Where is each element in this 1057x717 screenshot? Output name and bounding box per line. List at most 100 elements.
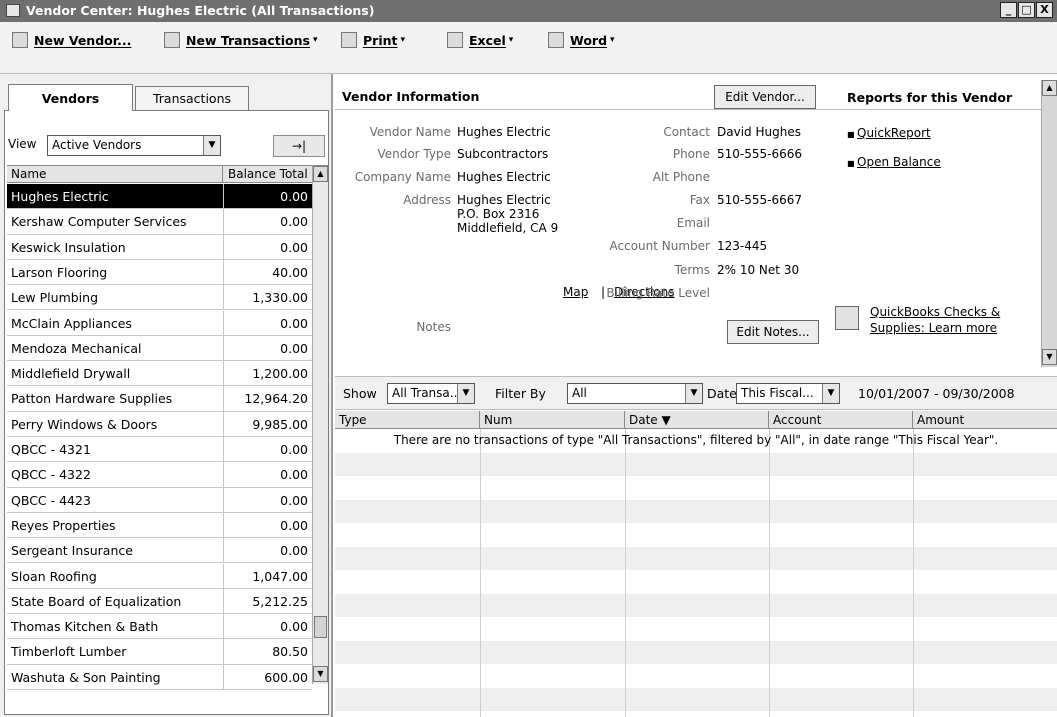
- vendor-row[interactable]: Thomas Kitchen & Bath 0.00: [7, 614, 312, 640]
- vendor-row[interactable]: QBCC - 4322 0.00: [7, 462, 312, 488]
- vendor-row[interactable]: Reyes Properties 0.00: [7, 512, 312, 539]
- vendor-balance: 1,047.00: [252, 568, 308, 584]
- dropdown-arrow-icon: ▾: [508, 35, 514, 45]
- checks-supplies-link-line2[interactable]: Supplies: Learn more: [870, 321, 997, 335]
- word-icon: [548, 32, 564, 48]
- vendor-list-scrollbar[interactable]: ▲ ▼: [312, 166, 328, 684]
- company-name-label: Company Name: [354, 170, 451, 184]
- vendor-row[interactable]: Larson Flooring 40.00: [7, 259, 312, 286]
- vendor-balance: 9,985.00: [252, 416, 308, 432]
- column-header-num[interactable]: Num: [480, 411, 625, 429]
- excel-button[interactable]: Excel ▾: [447, 30, 513, 50]
- phone-label: Phone: [672, 147, 710, 161]
- title-bar: Vendor Center: Hughes Electric (All Tran…: [0, 0, 1057, 22]
- vendor-name: McClain Appliances: [11, 315, 132, 331]
- empty-grid-row: [335, 452, 1057, 476]
- vendor-balance: 12,964.20: [244, 391, 308, 407]
- vendor-row[interactable]: Timberloft Lumber 80.50: [7, 639, 312, 665]
- maximize-button[interactable]: □: [1018, 2, 1035, 18]
- date-select[interactable]: This Fiscal... ▼: [736, 383, 840, 404]
- quickreport-link[interactable]: QuickReport: [857, 126, 931, 140]
- print-button[interactable]: Print ▾: [341, 30, 405, 50]
- column-divider: [223, 639, 224, 664]
- vendor-row[interactable]: Perry Windows & Doors 9,985.00: [7, 411, 312, 437]
- dropdown-arrow-icon: ▾: [610, 35, 615, 45]
- vendor-row[interactable]: Washuta & Son Painting 600.00: [7, 664, 312, 690]
- scroll-up-icon[interactable]: ▲: [313, 166, 328, 182]
- minimize-button[interactable]: _: [1000, 2, 1017, 18]
- vendor-balance: 0.00: [280, 315, 308, 331]
- column-header-date[interactable]: Date ▼: [625, 411, 769, 429]
- vendor-row[interactable]: Keswick Insulation 0.00: [7, 234, 312, 260]
- vendor-type-label: Vendor Type: [377, 147, 451, 161]
- dropdown-arrow-icon[interactable]: ▼: [685, 384, 702, 403]
- checks-supplies-icon: [835, 306, 859, 330]
- notes-label: Notes: [416, 320, 451, 334]
- date-label: Date: [707, 386, 737, 401]
- filter-by-select[interactable]: All ▼: [567, 383, 703, 404]
- dropdown-arrow-icon[interactable]: ▼: [822, 384, 839, 403]
- word-label: Word: [570, 32, 608, 48]
- column-divider: [223, 614, 224, 639]
- vendor-row[interactable]: Patton Hardware Supplies 12,964.20: [7, 386, 312, 412]
- vendor-name: Lew Plumbing: [11, 290, 99, 306]
- vendor-row[interactable]: Sloan Roofing 1,047.00: [7, 563, 312, 589]
- vendor-name: QBCC - 4321: [11, 442, 91, 457]
- close-button[interactable]: X: [1036, 2, 1053, 18]
- column-header-type[interactable]: Type: [335, 411, 480, 429]
- vendor-row[interactable]: Kershaw Computer Services 0.00: [7, 209, 312, 235]
- column-divider: [625, 429, 626, 717]
- vendor-row[interactable]: Middlefield Drywall 1,200.00: [7, 361, 312, 387]
- excel-label: Excel: [469, 32, 506, 48]
- collapse-pane-button[interactable]: →|: [273, 135, 325, 157]
- word-button[interactable]: Word ▾: [548, 30, 615, 50]
- vendor-list: Name Balance Total Hughes Electric 0.00 Ke…: [7, 165, 328, 690]
- vendor-row[interactable]: QBCC - 4423 0.00: [7, 487, 312, 513]
- vendor-row[interactable]: McClain Appliances 0.00: [7, 310, 312, 336]
- new-transactions-button[interactable]: New Transactions ▾: [164, 30, 318, 50]
- terms-label: Terms: [674, 263, 710, 277]
- vendor-row[interactable]: QBCC - 4321 0.00: [7, 437, 312, 463]
- vendor-row[interactable]: Hughes Electric 0.00: [7, 184, 312, 210]
- dropdown-arrow-icon[interactable]: ▼: [203, 136, 220, 155]
- date-range-text: 10/01/2007 - 09/30/2008: [858, 386, 1015, 401]
- scroll-down-icon[interactable]: ▼: [313, 666, 328, 682]
- vendor-balance: 0.00: [280, 442, 308, 457]
- address-label: Address: [403, 193, 451, 207]
- filter-by-value: All: [572, 386, 587, 400]
- edit-vendor-button[interactable]: Edit Vendor...: [714, 85, 816, 109]
- column-divider: [223, 411, 224, 436]
- column-divider: [223, 462, 224, 487]
- empty-grid-row: [335, 640, 1057, 664]
- view-filter-select[interactable]: Active Vendors ▼: [47, 135, 221, 156]
- scroll-thumb[interactable]: [314, 616, 327, 638]
- vendor-name: Perry Windows & Doors: [11, 416, 158, 432]
- vendor-row[interactable]: Sergeant Insurance 0.00: [7, 538, 312, 564]
- vendor-balance: 1,200.00: [252, 366, 308, 382]
- column-header-account[interactable]: Account: [769, 411, 913, 429]
- no-transactions-message: There are no transactions of type "All T…: [393, 433, 999, 447]
- column-divider: [223, 437, 224, 462]
- vendor-row[interactable]: Lew Plumbing 1,330.00: [7, 285, 312, 311]
- checks-supplies-link-line1[interactable]: QuickBooks Checks &: [870, 305, 1000, 319]
- open-balance-link[interactable]: Open Balance: [857, 155, 941, 169]
- scroll-up-icon[interactable]: ▲: [1042, 80, 1057, 96]
- vendor-row[interactable]: Mendoza Mechanical 0.00: [7, 335, 312, 362]
- empty-grid-row: [335, 499, 1057, 523]
- column-header-name[interactable]: Name: [7, 166, 223, 183]
- info-pane-scrollbar[interactable]: ▲ ▼: [1041, 80, 1057, 367]
- column-header-balance[interactable]: Balance Total: [224, 166, 312, 183]
- vendor-row[interactable]: State Board of Equalization 5,212.25: [7, 588, 312, 615]
- empty-grid-row: [335, 476, 1057, 500]
- dropdown-arrow-icon[interactable]: ▼: [457, 384, 474, 403]
- new-vendor-button[interactable]: New Vendor...: [12, 30, 131, 50]
- vendor-balance: 80.50: [272, 644, 308, 660]
- vendor-name-label: Vendor Name: [369, 125, 451, 139]
- tab-vendors[interactable]: Vendors: [8, 84, 133, 111]
- column-header-amount[interactable]: Amount: [913, 411, 1057, 429]
- edit-notes-button[interactable]: Edit Notes...: [727, 320, 819, 344]
- tab-transactions[interactable]: Transactions: [135, 86, 249, 110]
- scroll-down-icon[interactable]: ▼: [1042, 349, 1057, 365]
- show-select[interactable]: All Transa... ▼: [387, 383, 475, 404]
- vendor-balance: 0.00: [280, 467, 308, 483]
